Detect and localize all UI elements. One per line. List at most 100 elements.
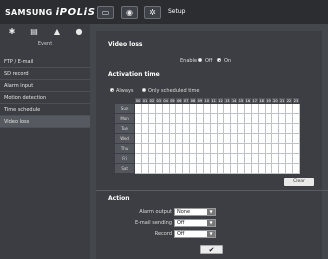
schedule-cell[interactable] bbox=[271, 163, 280, 174]
schedule-cell[interactable] bbox=[285, 143, 293, 154]
schedule-cell[interactable] bbox=[202, 103, 211, 114]
schedule-cell[interactable] bbox=[134, 113, 143, 124]
schedule-cell[interactable] bbox=[175, 113, 184, 124]
schedule-cell[interactable] bbox=[154, 153, 163, 164]
schedule-cell[interactable] bbox=[237, 143, 245, 154]
sidebar-item-time-schedule[interactable]: Time schedule bbox=[0, 104, 90, 116]
schedule-cell[interactable] bbox=[161, 143, 170, 154]
schedule-cell[interactable] bbox=[230, 163, 239, 174]
schedule-cell[interactable] bbox=[168, 123, 177, 134]
schedule-cell[interactable] bbox=[182, 143, 191, 154]
schedule-cell[interactable] bbox=[182, 113, 191, 124]
schedule-cell[interactable] bbox=[257, 143, 266, 154]
schedule-cell[interactable] bbox=[175, 123, 184, 134]
schedule-cell[interactable] bbox=[216, 103, 225, 114]
day-label[interactable]: Thu bbox=[113, 143, 136, 154]
sidebar-item-sd-record[interactable]: SD record bbox=[0, 68, 90, 80]
schedule-cell[interactable] bbox=[230, 103, 239, 114]
schedule-cell[interactable] bbox=[223, 133, 232, 144]
schedule-cell[interactable] bbox=[154, 143, 163, 154]
schedule-cell[interactable] bbox=[168, 113, 177, 124]
alarm-output-select[interactable]: None ▼ bbox=[174, 208, 216, 216]
schedule-cell[interactable] bbox=[168, 103, 177, 114]
schedule-cell[interactable] bbox=[168, 163, 177, 174]
schedule-cell[interactable] bbox=[175, 163, 184, 174]
schedule-cell[interactable] bbox=[195, 133, 204, 144]
day-label[interactable]: Wed bbox=[113, 133, 136, 144]
always-radio[interactable] bbox=[110, 88, 114, 92]
schedule-cell[interactable] bbox=[189, 113, 197, 124]
enable-on-radio[interactable] bbox=[217, 58, 221, 62]
schedule-cell[interactable] bbox=[195, 103, 204, 114]
schedule-cell[interactable] bbox=[168, 153, 177, 164]
schedule-cell[interactable] bbox=[161, 123, 170, 134]
schedule-cell[interactable] bbox=[134, 123, 143, 134]
schedule-cell[interactable] bbox=[250, 113, 259, 124]
schedule-cell[interactable] bbox=[285, 113, 293, 124]
schedule-cell[interactable] bbox=[243, 163, 252, 174]
schedule-cell[interactable] bbox=[291, 123, 301, 134]
schedule-cell[interactable] bbox=[189, 153, 197, 164]
schedule-cell[interactable] bbox=[189, 133, 197, 144]
schedule-cell[interactable] bbox=[141, 153, 149, 164]
schedule-cell[interactable] bbox=[141, 113, 149, 124]
schedule-cell[interactable] bbox=[141, 133, 149, 144]
schedule-cell[interactable] bbox=[182, 153, 191, 164]
schedule-cell[interactable] bbox=[216, 113, 225, 124]
schedule-cell[interactable] bbox=[285, 163, 293, 174]
schedule-cell[interactable] bbox=[230, 123, 239, 134]
schedule-cell[interactable] bbox=[216, 133, 225, 144]
record-select[interactable]: Off ▼ bbox=[174, 230, 216, 238]
schedule-cell[interactable] bbox=[182, 133, 191, 144]
schedule-cell[interactable] bbox=[278, 153, 287, 164]
schedule-cell[interactable] bbox=[243, 143, 252, 154]
schedule-cell[interactable] bbox=[195, 153, 204, 164]
day-label[interactable]: Sat bbox=[113, 163, 136, 174]
schedule-cell[interactable] bbox=[278, 123, 287, 134]
schedule-cell[interactable] bbox=[237, 103, 245, 114]
schedule-cell[interactable] bbox=[168, 133, 177, 144]
schedule-cell[interactable] bbox=[189, 143, 197, 154]
schedule-cell[interactable] bbox=[216, 153, 225, 164]
tab-system[interactable]: ● bbox=[72, 27, 86, 37]
tab-network[interactable]: ▤ bbox=[27, 27, 41, 37]
schedule-cell[interactable] bbox=[202, 133, 211, 144]
schedule-cell[interactable] bbox=[230, 143, 239, 154]
schedule-cell[interactable] bbox=[147, 163, 156, 174]
schedule-cell[interactable] bbox=[291, 153, 301, 164]
schedule-cell[interactable] bbox=[230, 153, 239, 164]
schedule-cell[interactable] bbox=[250, 153, 259, 164]
schedule-cell[interactable] bbox=[216, 123, 225, 134]
schedule-cell[interactable] bbox=[195, 123, 204, 134]
monitor-button[interactable]: ▭ bbox=[97, 6, 114, 19]
schedule-cell[interactable] bbox=[271, 123, 280, 134]
schedule-cell[interactable] bbox=[250, 143, 259, 154]
schedule-cell[interactable] bbox=[154, 163, 163, 174]
schedule-cell[interactable] bbox=[223, 123, 232, 134]
schedule-cell[interactable] bbox=[278, 103, 287, 114]
schedule-cell[interactable] bbox=[291, 103, 301, 114]
schedule-cell[interactable] bbox=[147, 133, 156, 144]
schedule-cell[interactable] bbox=[141, 103, 149, 114]
schedule-cell[interactable] bbox=[147, 153, 156, 164]
day-label[interactable]: Fri bbox=[113, 153, 136, 164]
schedule-cell[interactable] bbox=[161, 163, 170, 174]
day-label[interactable]: Tue bbox=[113, 123, 136, 134]
schedule-cell[interactable] bbox=[271, 113, 280, 124]
sidebar-item-motion-detection[interactable]: Motion detection bbox=[0, 92, 90, 104]
schedule-cell[interactable] bbox=[134, 103, 143, 114]
schedule-cell[interactable] bbox=[230, 113, 239, 124]
schedule-cell[interactable] bbox=[134, 163, 143, 174]
schedule-cell[interactable] bbox=[271, 153, 280, 164]
schedule-cell[interactable] bbox=[264, 133, 273, 144]
schedule-cell[interactable] bbox=[161, 133, 170, 144]
schedule-cell[interactable] bbox=[237, 153, 245, 164]
schedule-cell[interactable] bbox=[264, 163, 273, 174]
schedule-cell[interactable] bbox=[189, 123, 197, 134]
schedule-cell[interactable] bbox=[223, 103, 232, 114]
schedule-cell[interactable] bbox=[264, 113, 273, 124]
schedule-cell[interactable] bbox=[147, 103, 156, 114]
schedule-cell[interactable] bbox=[264, 153, 273, 164]
schedule-cell[interactable] bbox=[291, 143, 301, 154]
schedule-cell[interactable] bbox=[223, 113, 232, 124]
